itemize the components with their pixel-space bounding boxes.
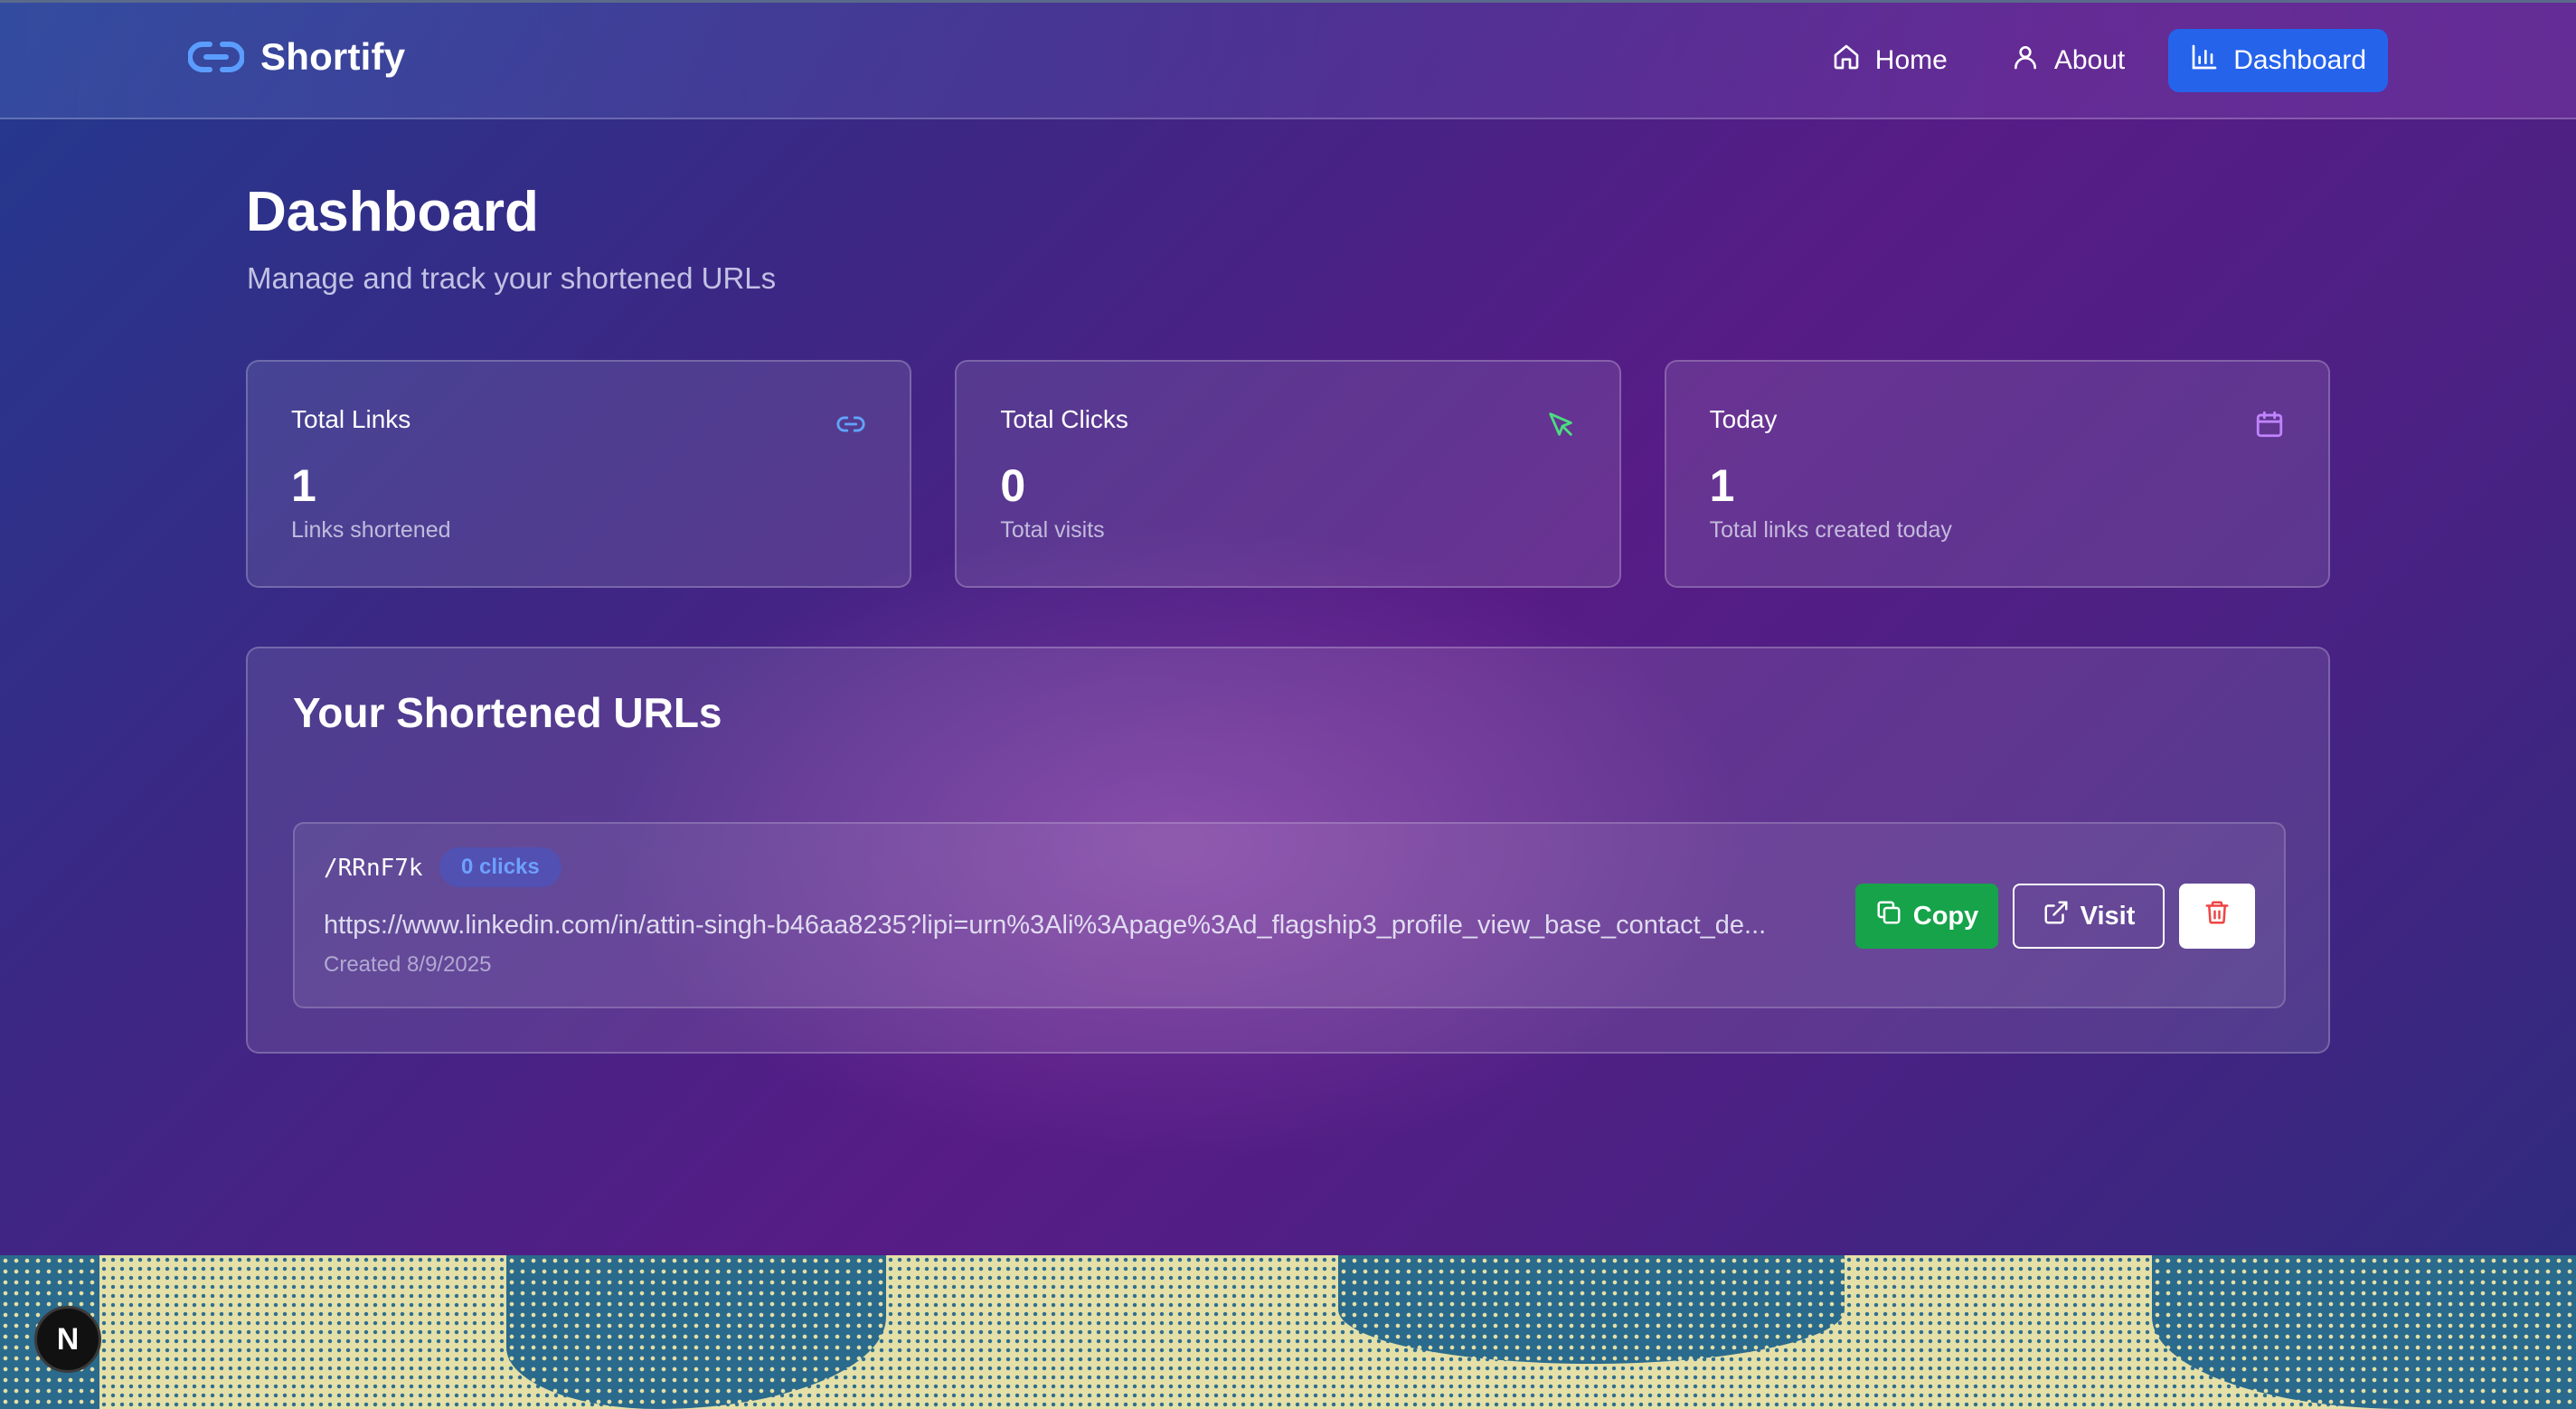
created-date: Created 8/9/2025 bbox=[324, 952, 492, 977]
stats-row: Total Links 1 Links shortened Total Clic… bbox=[246, 360, 2330, 588]
nav-about-link[interactable]: About bbox=[1991, 29, 2145, 92]
nav-home-link[interactable]: Home bbox=[1812, 29, 1967, 92]
calendar-icon bbox=[2254, 409, 2285, 440]
halftone-shape bbox=[506, 1255, 886, 1409]
nav-about-label: About bbox=[2053, 45, 2126, 75]
navbar: Shortify Home About Dashboard bbox=[0, 3, 2576, 119]
row-actions: Copy Visit bbox=[1855, 884, 2255, 949]
stat-card-today: Today 1 Total links created today bbox=[1664, 360, 2330, 588]
stat-card-total-clicks: Total Clicks 0 Total visits bbox=[955, 360, 1621, 588]
bar-chart-icon bbox=[2190, 43, 2219, 79]
stat-label: Total Links bbox=[291, 405, 411, 433]
nav-home-label: Home bbox=[1874, 45, 1948, 75]
copy-icon bbox=[1875, 899, 1902, 933]
clicks-badge: 0 clicks bbox=[439, 847, 561, 887]
link-icon bbox=[188, 39, 244, 75]
visit-button[interactable]: Visit bbox=[2013, 884, 2165, 949]
shortened-urls-panel: Your Shortened URLs /RRnF7k 0 clicks htt… bbox=[246, 647, 2330, 1054]
brand[interactable]: Shortify bbox=[188, 35, 405, 79]
delete-button[interactable] bbox=[2179, 884, 2255, 949]
stat-description: Total links created today bbox=[1709, 517, 1952, 543]
stat-card-total-links: Total Links 1 Links shortened bbox=[246, 360, 912, 588]
nav-dashboard-link[interactable]: Dashboard bbox=[2168, 29, 2388, 92]
background-halftone-image bbox=[0, 1255, 2576, 1409]
stat-value: 0 bbox=[1000, 460, 1026, 511]
external-link-icon bbox=[2043, 899, 2070, 933]
home-icon bbox=[1832, 43, 1861, 79]
stat-description: Links shortened bbox=[291, 517, 451, 543]
page-subtitle: Manage and track your shortened URLs bbox=[247, 261, 777, 295]
copy-label: Copy bbox=[1912, 901, 1979, 931]
brand-name: Shortify bbox=[260, 35, 406, 78]
nextjs-dev-badge[interactable]: N bbox=[34, 1306, 101, 1373]
halftone-shape bbox=[2152, 1255, 2576, 1409]
stat-label: Today bbox=[1709, 405, 1778, 433]
copy-button[interactable]: Copy bbox=[1855, 884, 1998, 949]
visit-label: Visit bbox=[2080, 901, 2136, 931]
page-title: Dashboard bbox=[246, 181, 539, 243]
url-list-item: /RRnF7k 0 clicks https://www.linkedin.co… bbox=[293, 822, 2286, 1008]
nav-dashboard-label: Dashboard bbox=[2233, 45, 2366, 75]
section-title: Your Shortened URLs bbox=[293, 689, 722, 736]
stat-description: Total visits bbox=[1000, 517, 1105, 543]
halftone-shape bbox=[1338, 1255, 1845, 1364]
stat-value: 1 bbox=[1709, 460, 1735, 511]
trash-icon bbox=[2203, 899, 2231, 933]
cursor-click-icon bbox=[1545, 409, 1576, 440]
app-window: Shortify Home About Dashboard Dashboard … bbox=[0, 0, 2576, 1255]
stat-label: Total Clicks bbox=[1000, 405, 1128, 433]
nav-links: Home About Dashboard bbox=[1812, 29, 2388, 92]
link-icon bbox=[835, 409, 866, 440]
stat-value: 1 bbox=[291, 460, 316, 511]
short-code[interactable]: /RRnF7k bbox=[324, 855, 423, 882]
user-icon bbox=[2011, 43, 2040, 79]
original-url: https://www.linkedin.com/in/attin-singh-… bbox=[324, 911, 1767, 940]
